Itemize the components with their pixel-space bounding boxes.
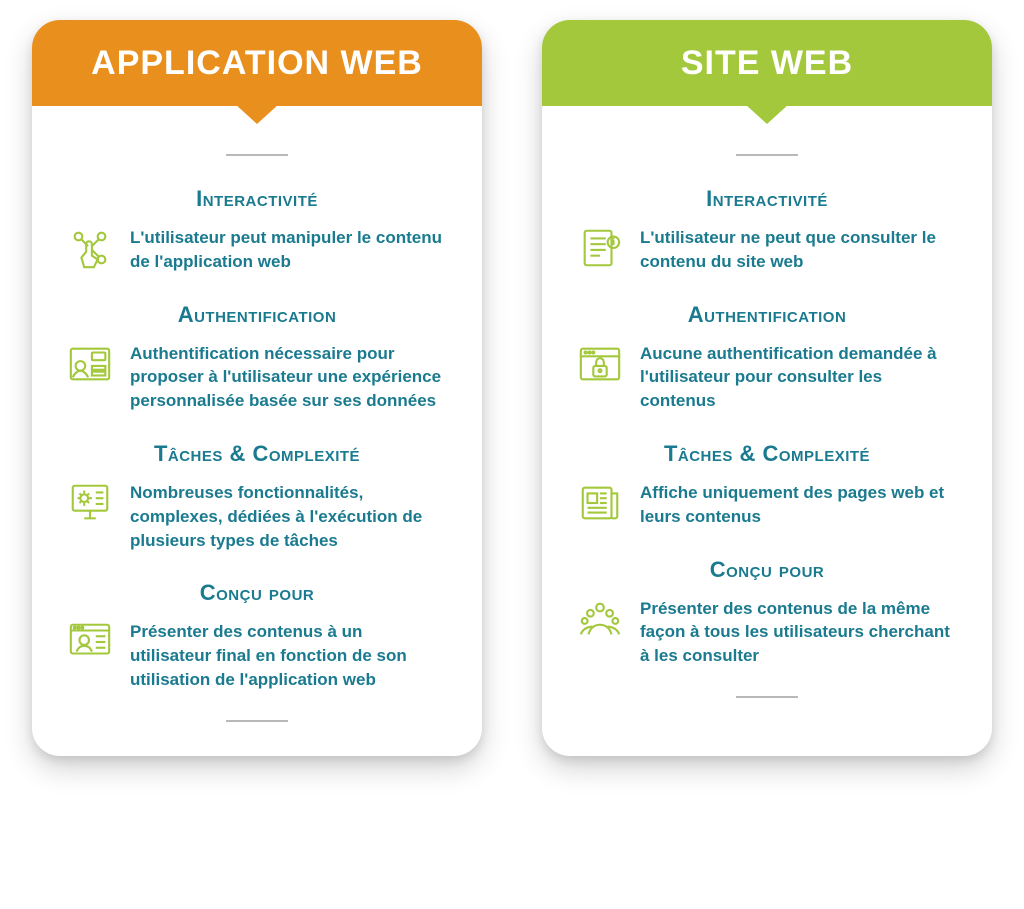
- section-text: Présenter des contenus à un utilisateur …: [130, 620, 448, 691]
- section-heading: Conçu pour: [66, 580, 448, 606]
- section-concu-pour: Conçu pour Présenter des contenus à un u…: [66, 580, 448, 691]
- card-body: Interactivité L'utilisateur peut manipul…: [32, 106, 482, 756]
- card-header-site-web: SITE WEB: [542, 20, 992, 106]
- lock-browser-icon: [576, 342, 624, 386]
- card-title: APPLICATION WEB: [91, 44, 423, 83]
- section-authentification: Authentification Authentification nécess…: [66, 302, 448, 413]
- card-application-web: APPLICATION WEB Interactivité L'utilisat…: [32, 20, 482, 756]
- settings-monitor-icon: [66, 481, 114, 525]
- divider-top: [226, 154, 288, 156]
- crowd-icon: [576, 597, 624, 641]
- card-site-web: SITE WEB Interactivité L'utilisateur ne …: [542, 20, 992, 756]
- section-text: L'utilisateur ne peut que consulter le c…: [640, 226, 958, 274]
- section-authentification: Authentification Aucune authentification…: [576, 302, 958, 413]
- section-interactivite: Interactivité L'utilisateur ne peut que …: [576, 186, 958, 274]
- divider-bottom: [736, 696, 798, 698]
- card-body: Interactivité L'utilisateur ne peut que …: [542, 106, 992, 732]
- section-heading: Authentification: [576, 302, 958, 328]
- divider-bottom: [226, 720, 288, 722]
- card-title: SITE WEB: [681, 44, 853, 83]
- section-concu-pour: Conçu pour Présenter des contenus de la …: [576, 557, 958, 668]
- section-heading: Authentification: [66, 302, 448, 328]
- section-text: Nombreuses fonctionnalités, complexes, d…: [130, 481, 448, 552]
- section-taches: Tâches & Complexité Affiche uniquement d…: [576, 441, 958, 529]
- touch-icon: [66, 226, 114, 270]
- section-text: Affiche uniquement des pages web et leur…: [640, 481, 958, 529]
- user-screen-icon: [66, 620, 114, 664]
- news-icon: [576, 481, 624, 525]
- section-taches: Tâches & Complexité Nombreuses fonctionn…: [66, 441, 448, 552]
- section-text: L'utilisateur peut manipuler le contenu …: [130, 226, 448, 274]
- section-interactivite: Interactivité L'utilisateur peut manipul…: [66, 186, 448, 274]
- card-header-application-web: APPLICATION WEB: [32, 20, 482, 106]
- section-heading: Tâches & Complexité: [576, 441, 958, 467]
- section-heading: Tâches & Complexité: [66, 441, 448, 467]
- section-text: Aucune authentification demandée à l'uti…: [640, 342, 958, 413]
- document-icon: [576, 226, 624, 270]
- section-heading: Conçu pour: [576, 557, 958, 583]
- login-icon: [66, 342, 114, 386]
- section-heading: Interactivité: [66, 186, 448, 212]
- section-text: Authentification nécessaire pour propose…: [130, 342, 448, 413]
- section-heading: Interactivité: [576, 186, 958, 212]
- divider-top: [736, 154, 798, 156]
- section-text: Présenter des contenus de la même façon …: [640, 597, 958, 668]
